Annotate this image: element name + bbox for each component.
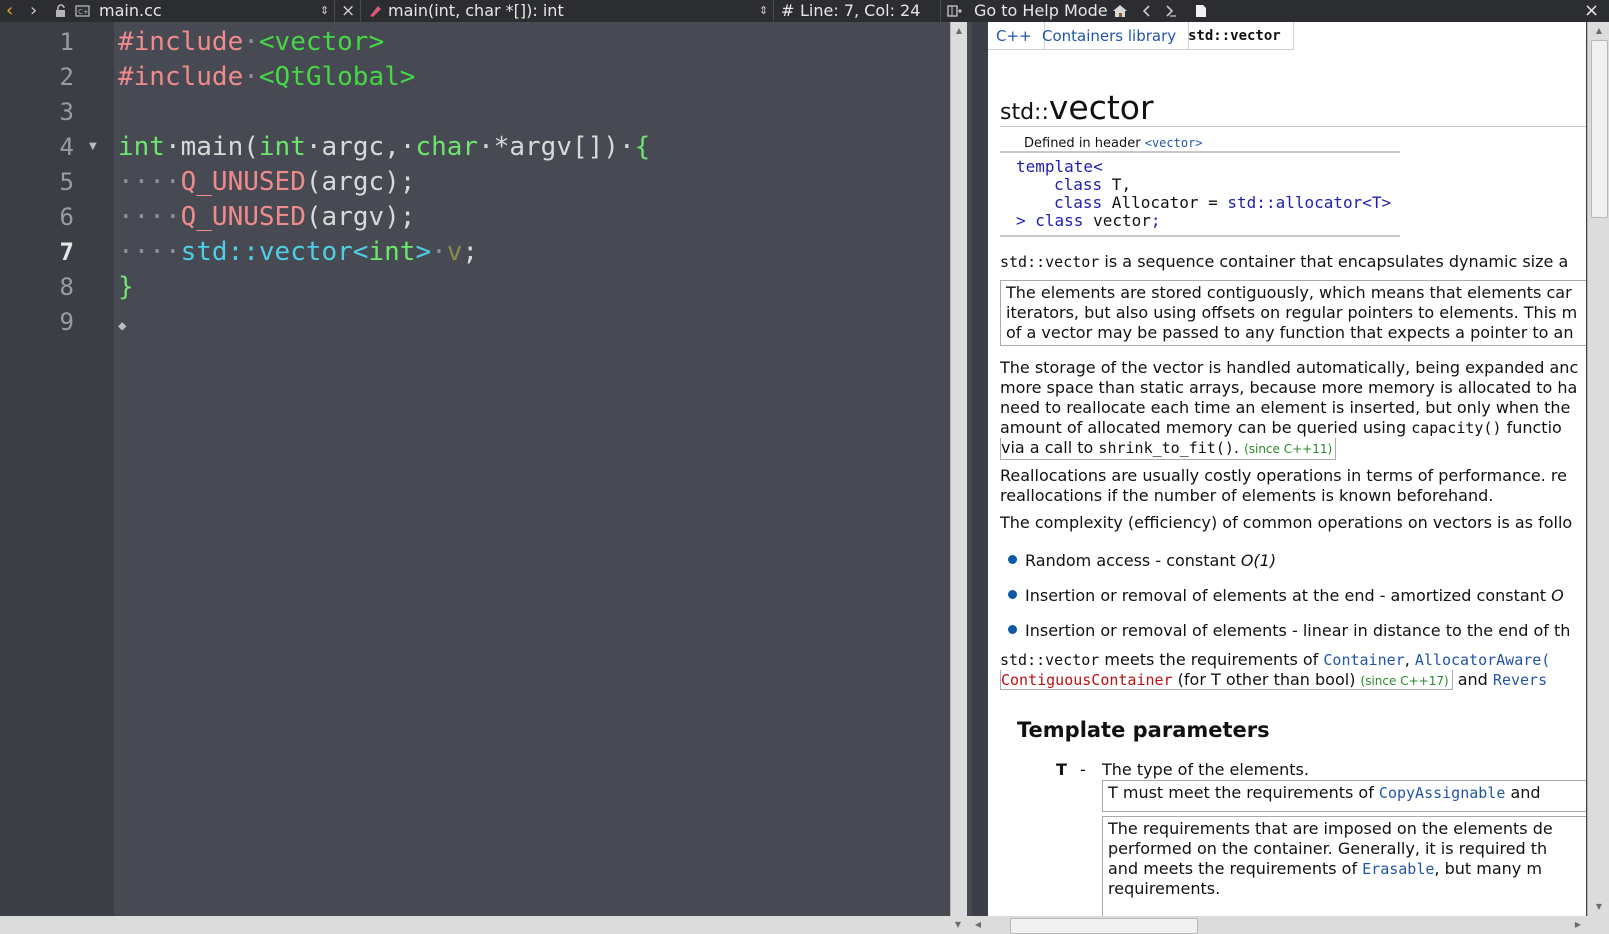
line-number: 9 <box>59 308 74 336</box>
home-icon[interactable] <box>1112 0 1128 22</box>
line-number: 7 <box>59 238 74 266</box>
scroll-up-icon[interactable]: ▲ <box>1588 24 1609 38</box>
bullet-icon <box>1008 625 1017 634</box>
lock-icon[interactable] <box>54 0 68 22</box>
code-line[interactable]: 1 #include·<vector> <box>0 24 972 60</box>
header-link[interactable]: <vector> <box>1145 136 1203 150</box>
reversible-container-link[interactable]: Revers <box>1493 671 1547 689</box>
scrollbar-thumb[interactable] <box>1010 918 1198 934</box>
code-text: ····Q_UNUSED(argv); <box>118 202 416 232</box>
list-item: Insertion or removal of elements - linea… <box>1008 621 1570 640</box>
code-text: ◆ <box>118 318 127 334</box>
code-line[interactable]: 4 ▼ int·main(int·argc,·char·*argv[])·{ <box>0 129 972 165</box>
line-number: 6 <box>59 203 74 231</box>
title-divider <box>1000 126 1586 127</box>
allocator-aware-link[interactable]: AllocatorAware( <box>1415 651 1550 669</box>
file-selector[interactable]: main.cc <box>99 0 162 22</box>
list-item: Random access - constant O(1) <box>1008 551 1276 570</box>
help-back-icon[interactable] <box>1140 0 1154 22</box>
param-dash: - <box>1080 760 1086 779</box>
symbol-dropdown-arrows-icon[interactable]: ⇕ <box>759 0 768 22</box>
page-title: std::vector <box>1000 88 1154 127</box>
code-text: ····Q_UNUSED(argc); <box>118 167 416 197</box>
contiguous-container-link[interactable]: ContiguousContainer <box>1001 671 1173 689</box>
toolbar-divider <box>773 0 774 22</box>
function-symbol-icon <box>368 0 382 22</box>
scroll-down-icon[interactable]: ▼ <box>1588 900 1609 914</box>
declaration-box: template< class T, class Allocator = std… <box>1000 151 1400 237</box>
help-forward-icon[interactable] <box>1163 0 1177 22</box>
scroll-left-icon[interactable]: ◀ <box>970 918 986 932</box>
back-icon[interactable]: ‹ <box>6 0 13 22</box>
bullet-icon <box>1008 555 1017 564</box>
breadcrumb-current: std::vector <box>1176 22 1294 50</box>
code-line[interactable]: 6 ····Q_UNUSED(argv); <box>0 199 972 235</box>
since-badge: (since C++11) <box>1244 442 1333 456</box>
code-text: int·main(int·argc,·char·*argv[])·{ <box>118 132 651 162</box>
param-requirement-box: T must meet the requirements of CopyAssi… <box>1102 780 1586 812</box>
close-file-icon[interactable]: × <box>341 0 355 22</box>
current-code-line[interactable]: 7 ····std::vector<int>·v; <box>0 234 972 270</box>
editor-toolbar: ‹ › C+ main.cc ⇕ × main(int, char *[]): … <box>0 0 1609 22</box>
code-editor[interactable]: 1 #include·<vector> 2 #include·<QtGlobal… <box>0 22 972 934</box>
code-text: } <box>118 272 134 302</box>
copy-assignable-link[interactable]: CopyAssignable <box>1379 784 1505 802</box>
line-number: 8 <box>59 273 74 301</box>
since-badge: (since C++17) <box>1360 674 1449 688</box>
complexity-paragraph: The complexity (efficiency) of common op… <box>1000 513 1573 532</box>
code-line[interactable]: 2 #include·<QtGlobal> <box>0 59 972 95</box>
scrollbar-thumb[interactable] <box>1591 40 1608 218</box>
fold-arrow-icon[interactable]: ▼ <box>89 129 97 165</box>
section-heading: Template parameters <box>1017 718 1270 742</box>
defined-in-header: Defined in header <vector> <box>1024 136 1203 151</box>
file-dropdown-arrows-icon[interactable]: ⇕ <box>320 0 329 22</box>
param-name: T <box>1056 760 1067 779</box>
toolbar-divider <box>360 0 361 22</box>
container-link[interactable]: Container <box>1323 651 1404 669</box>
erasable-link[interactable]: Erasable <box>1362 860 1434 878</box>
code-line[interactable]: 5 ····Q_UNUSED(argc); <box>0 164 972 200</box>
scroll-right-icon[interactable]: ▶ <box>1570 918 1586 932</box>
line-number: 4 <box>59 133 74 161</box>
line-number: 1 <box>59 28 74 56</box>
go-to-help-mode-button[interactable]: Go to Help Mode <box>974 0 1108 22</box>
document-icon[interactable] <box>1195 0 1207 22</box>
bullet-icon <box>1008 590 1017 599</box>
line-number: 3 <box>59 98 74 126</box>
line-number: 5 <box>59 168 74 196</box>
help-viewer[interactable]: C++ Containers library std::vector std::… <box>988 22 1586 916</box>
line-number: 2 <box>59 63 74 91</box>
split-view-icon[interactable] <box>947 0 963 22</box>
pane-splitter[interactable]: ▲ <box>950 22 967 916</box>
code-text: ····std::vector<int>·v; <box>118 237 479 267</box>
cursor-position[interactable]: Line: 7, Col: 24 <box>800 0 920 22</box>
file-type-icon: C+ <box>75 0 91 22</box>
toolbar-divider <box>940 0 941 22</box>
reallocation-paragraph: Reallocations are usually costly operati… <box>1000 466 1567 505</box>
param-requirement-box: The requirements that are imposed on the… <box>1102 816 1586 916</box>
code-text: #include·<vector> <box>118 27 385 57</box>
forward-icon[interactable]: › <box>30 0 37 22</box>
code-line[interactable]: 9 ◆ <box>0 304 972 340</box>
symbol-selector[interactable]: main(int, char *[]): int <box>388 0 564 22</box>
scroll-down-icon[interactable]: ▼ <box>950 918 966 932</box>
requirements-paragraph: std::vector meets the requirements of Co… <box>1000 650 1551 690</box>
horizontal-scrollbar[interactable]: ▼ ◀ ▶ <box>0 916 1609 934</box>
code-text: #include·<QtGlobal> <box>118 62 416 92</box>
storage-paragraph: The storage of the vector is handled aut… <box>1000 358 1578 460</box>
close-help-icon[interactable]: × <box>1584 0 1599 22</box>
code-line[interactable]: 3 <box>0 94 972 130</box>
scroll-up-icon[interactable]: ▲ <box>951 24 967 38</box>
toolbar-divider <box>334 0 335 22</box>
svg-text:C+: C+ <box>78 8 89 16</box>
code-line[interactable]: 8 } <box>0 269 972 305</box>
list-item: Insertion or removal of elements at the … <box>1008 586 1564 605</box>
param-description: The type of the elements. <box>1102 760 1309 779</box>
intro-paragraph: std::vector is a sequence container that… <box>1000 252 1569 271</box>
breadcrumb-containers-library[interactable]: Containers library <box>1030 22 1190 50</box>
contiguous-note: The elements are stored contiguously, wh… <box>1000 280 1586 346</box>
hash-label: # <box>781 1 795 20</box>
help-vertical-scrollbar[interactable]: ▲ ▼ <box>1587 22 1609 916</box>
